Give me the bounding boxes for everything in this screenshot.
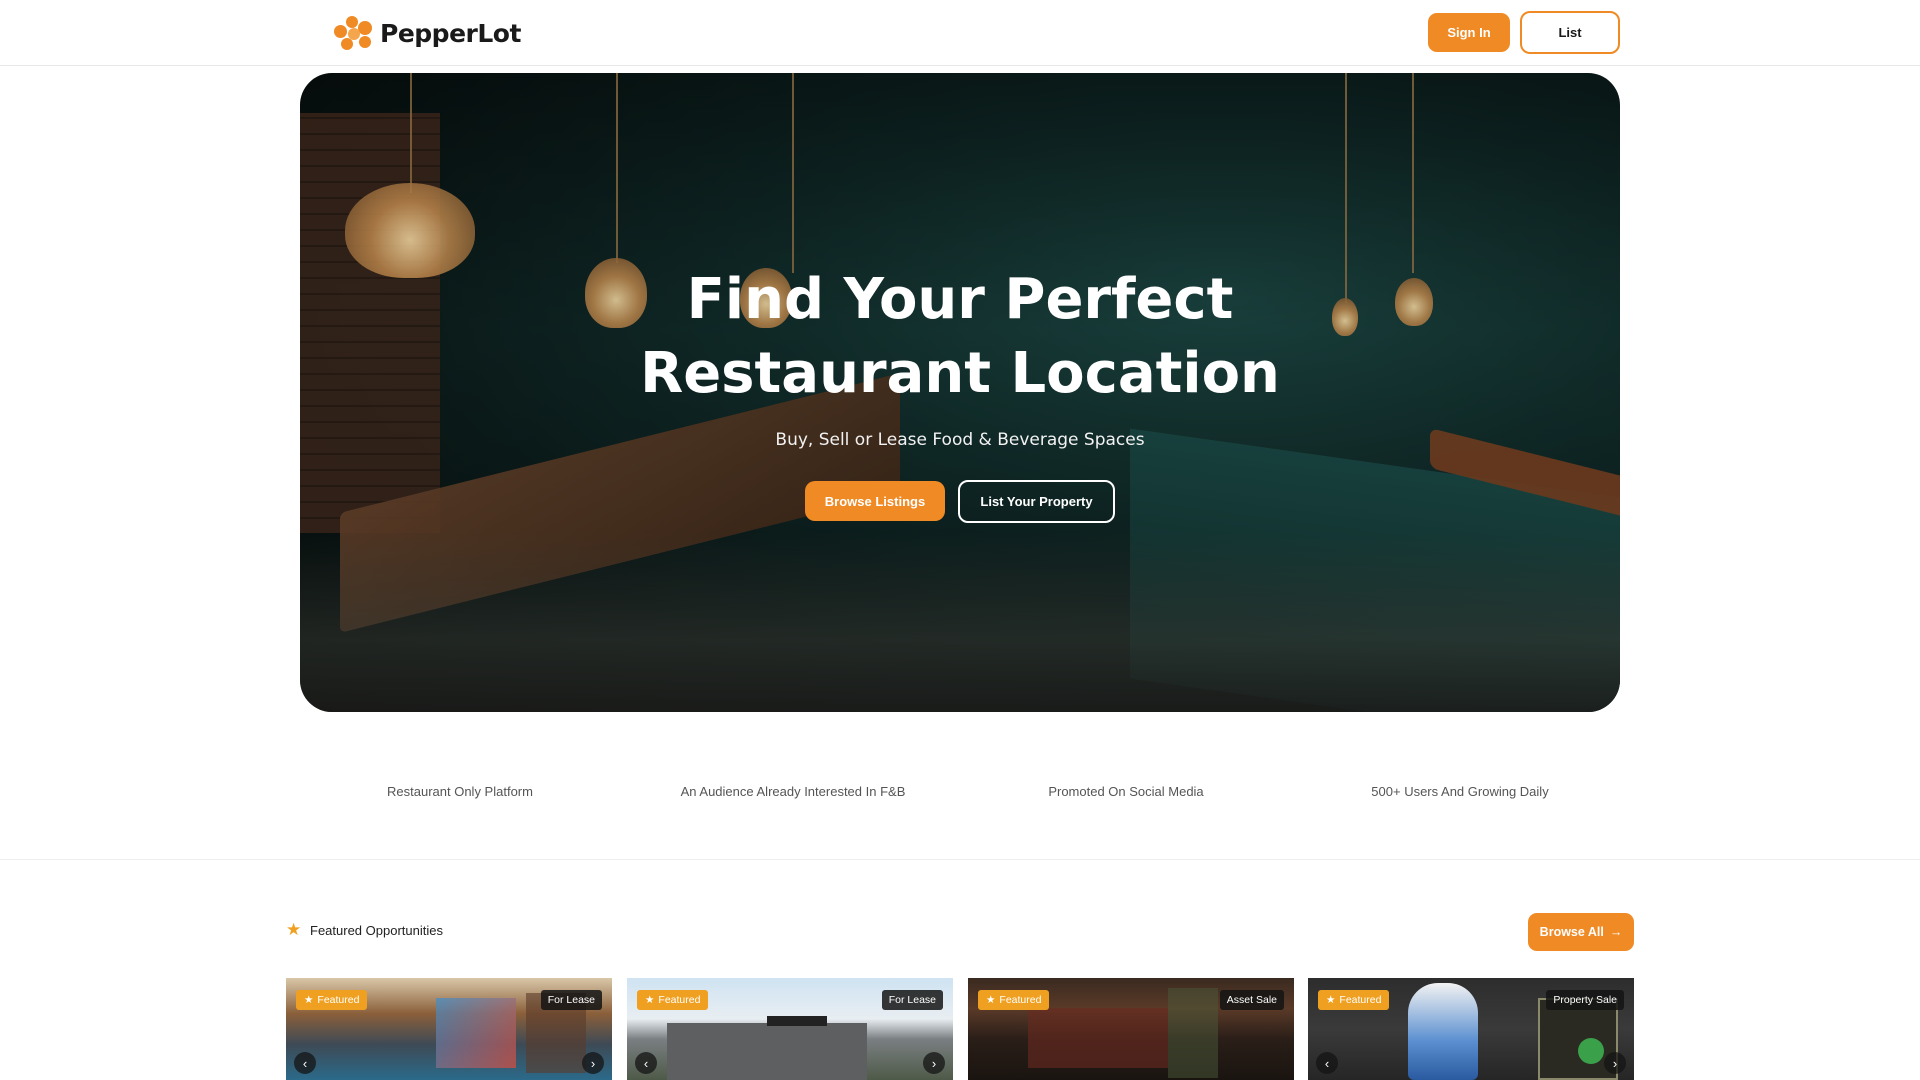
featured-title: Featured Opportunities (310, 922, 443, 938)
star-icon: ★ (286, 920, 302, 939)
star-icon: ★ (304, 994, 314, 1006)
featured-header: ★ Featured Opportunities (286, 920, 443, 939)
featured-badge-label: Featured (658, 994, 701, 1006)
hero-title-line: Find Your Perfect (686, 267, 1234, 332)
feature-item: Restaurant Only Platform (387, 784, 533, 799)
listing-card[interactable]: ★ Featured Property Sale ‹ › (1308, 978, 1634, 1080)
browse-all-label: Browse All (1539, 925, 1604, 939)
listing-type-badge: Asset Sale (1219, 990, 1284, 1010)
browse-all-button[interactable]: Browse All → (1528, 913, 1634, 951)
listing-type-badge: For Lease (881, 990, 943, 1010)
chevron-right-icon[interactable]: › (1604, 1052, 1626, 1074)
featured-cards: ★ Featured For Lease ‹ › ★ Featured For Le… (286, 978, 1634, 1080)
hero-content: Find Your Perfect Restaurant Location Bu… (300, 73, 1620, 712)
listing-type-badge: For Lease (540, 990, 602, 1010)
listing-type-badge: Property Sale (1546, 990, 1624, 1010)
brand-name: PepperLot (380, 18, 521, 48)
feature-item: 500+ Users And Growing Daily (1371, 784, 1549, 799)
pepper-logo-icon (332, 14, 374, 52)
arrow-right-icon: → (1609, 925, 1623, 939)
featured-badge: ★ Featured (637, 990, 709, 1010)
featured-badge-label: Featured (317, 994, 360, 1006)
hero-title: Find Your Perfect Restaurant Location (300, 263, 1620, 411)
chevron-right-icon[interactable]: › (582, 1052, 604, 1074)
list-property-button[interactable]: List Your Property (958, 480, 1115, 523)
site-header: PepperLot Sign In List (0, 0, 1920, 66)
star-icon: ★ (645, 994, 655, 1006)
featured-badge-label: Featured (1339, 994, 1382, 1006)
features-strip: Restaurant Only Platform An Audience Alr… (0, 700, 1920, 860)
browse-listings-button[interactable]: Browse Listings (805, 481, 945, 521)
sign-in-button[interactable]: Sign In (1428, 13, 1510, 52)
hero-title-line: Restaurant Location (640, 341, 1280, 406)
featured-badge: ★ Featured (296, 990, 368, 1010)
feature-item: An Audience Already Interested In F&B (680, 784, 906, 799)
list-button[interactable]: List (1520, 11, 1620, 54)
logo[interactable]: PepperLot (332, 14, 521, 52)
star-icon: ★ (986, 994, 996, 1006)
featured-badge: ★ Featured (1318, 990, 1390, 1010)
chevron-left-icon[interactable]: ‹ (1316, 1052, 1338, 1074)
featured-badge-label: Featured (999, 994, 1042, 1006)
listing-card[interactable]: ★ Featured Asset Sale (968, 978, 1294, 1080)
listing-card[interactable]: ★ Featured For Lease ‹ › (286, 978, 612, 1080)
chevron-right-icon[interactable]: › (923, 1052, 945, 1074)
chevron-left-icon[interactable]: ‹ (294, 1052, 316, 1074)
hero-banner: Find Your Perfect Restaurant Location Bu… (300, 73, 1620, 712)
star-icon: ★ (1326, 994, 1336, 1006)
feature-item: Promoted On Social Media (1048, 784, 1204, 799)
chevron-left-icon[interactable]: ‹ (635, 1052, 657, 1074)
hero-subtitle: Buy, Sell or Lease Food & Beverage Space… (775, 430, 1145, 450)
featured-badge: ★ Featured (978, 990, 1050, 1010)
listing-card[interactable]: ★ Featured For Lease ‹ › (627, 978, 953, 1080)
